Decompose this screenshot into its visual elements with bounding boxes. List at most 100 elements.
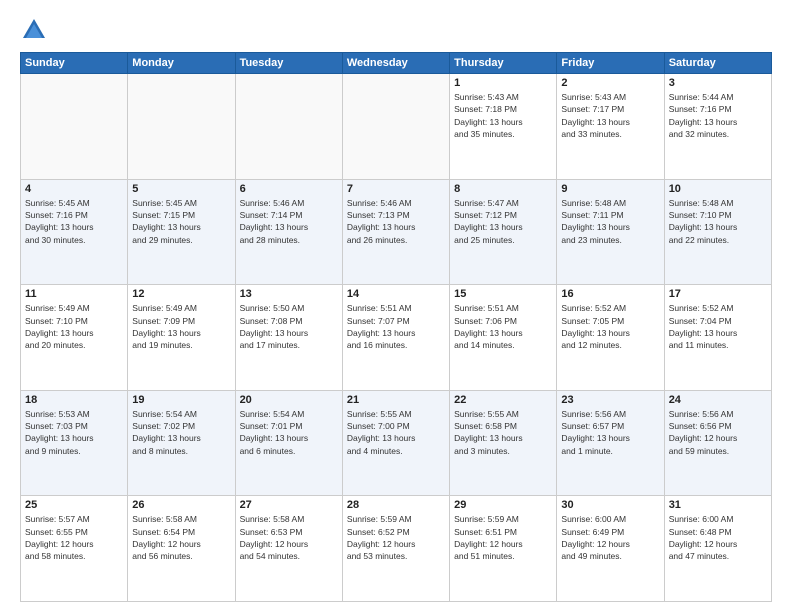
day-number: 3 bbox=[669, 77, 767, 89]
day-number: 26 bbox=[132, 499, 230, 511]
day-info: Sunrise: 5:53 AM Sunset: 7:03 PM Dayligh… bbox=[25, 408, 123, 457]
calendar-cell: 31 Sunrise: 6:00 AM Sunset: 6:48 PM Dayli… bbox=[664, 496, 771, 602]
day-info: Sunrise: 5:48 AM Sunset: 7:11 PM Dayligh… bbox=[561, 197, 659, 246]
calendar-cell: 17 Sunrise: 5:52 AM Sunset: 7:04 PM Dayli… bbox=[664, 285, 771, 391]
calendar-cell: 14 Sunrise: 5:51 AM Sunset: 7:07 PM Dayli… bbox=[342, 285, 449, 391]
calendar-cell: 13 Sunrise: 5:50 AM Sunset: 7:08 PM Dayli… bbox=[235, 285, 342, 391]
day-info: Sunrise: 5:47 AM Sunset: 7:12 PM Dayligh… bbox=[454, 197, 552, 246]
day-info: Sunrise: 5:55 AM Sunset: 6:58 PM Dayligh… bbox=[454, 408, 552, 457]
day-info: Sunrise: 5:51 AM Sunset: 7:06 PM Dayligh… bbox=[454, 302, 552, 351]
calendar-cell bbox=[128, 74, 235, 180]
day-info: Sunrise: 5:56 AM Sunset: 6:57 PM Dayligh… bbox=[561, 408, 659, 457]
day-number: 25 bbox=[25, 499, 123, 511]
day-info: Sunrise: 5:57 AM Sunset: 6:55 PM Dayligh… bbox=[25, 513, 123, 562]
calendar-cell bbox=[235, 74, 342, 180]
logo bbox=[20, 16, 52, 44]
day-info: Sunrise: 5:44 AM Sunset: 7:16 PM Dayligh… bbox=[669, 91, 767, 140]
day-info: Sunrise: 5:59 AM Sunset: 6:52 PM Dayligh… bbox=[347, 513, 445, 562]
calendar-cell: 3 Sunrise: 5:44 AM Sunset: 7:16 PM Daylig… bbox=[664, 74, 771, 180]
calendar-cell bbox=[21, 74, 128, 180]
calendar-cell: 22 Sunrise: 5:55 AM Sunset: 6:58 PM Dayli… bbox=[450, 390, 557, 496]
calendar-cell: 21 Sunrise: 5:55 AM Sunset: 7:00 PM Dayli… bbox=[342, 390, 449, 496]
day-info: Sunrise: 5:55 AM Sunset: 7:00 PM Dayligh… bbox=[347, 408, 445, 457]
day-number: 31 bbox=[669, 499, 767, 511]
day-info: Sunrise: 5:54 AM Sunset: 7:01 PM Dayligh… bbox=[240, 408, 338, 457]
day-info: Sunrise: 5:46 AM Sunset: 7:13 PM Dayligh… bbox=[347, 197, 445, 246]
calendar-cell: 19Sunrise: 5:54 AM Sunset: 7:02 PM Dayli… bbox=[128, 390, 235, 496]
day-info: Sunrise: 5:46 AM Sunset: 7:14 PM Dayligh… bbox=[240, 197, 338, 246]
calendar-cell: 20 Sunrise: 5:54 AM Sunset: 7:01 PM Dayli… bbox=[235, 390, 342, 496]
day-info: Sunrise: 5:49 AM Sunset: 7:09 PM Dayligh… bbox=[132, 302, 230, 351]
day-info: Sunrise: 5:52 AM Sunset: 7:04 PM Dayligh… bbox=[669, 302, 767, 351]
day-info: Sunrise: 5:56 AM Sunset: 6:56 PM Dayligh… bbox=[669, 408, 767, 457]
day-number: 18 bbox=[25, 394, 123, 406]
calendar-cell: 23 Sunrise: 5:56 AM Sunset: 6:57 PM Dayli… bbox=[557, 390, 664, 496]
week-row-2: 11 Sunrise: 5:49 AM Sunset: 7:10 PM Dayli… bbox=[21, 285, 772, 391]
day-number: 16 bbox=[561, 288, 659, 300]
calendar-cell: 7 Sunrise: 5:46 AM Sunset: 7:13 PM Daylig… bbox=[342, 179, 449, 285]
day-info: Sunrise: 5:43 AM Sunset: 7:17 PM Dayligh… bbox=[561, 91, 659, 140]
day-number: 19 bbox=[132, 394, 230, 406]
calendar-cell: 9 Sunrise: 5:48 AM Sunset: 7:11 PM Daylig… bbox=[557, 179, 664, 285]
day-info: Sunrise: 5:49 AM Sunset: 7:10 PM Dayligh… bbox=[25, 302, 123, 351]
day-header-sunday: Sunday bbox=[21, 53, 128, 74]
calendar-cell: 12 Sunrise: 5:49 AM Sunset: 7:09 PM Dayli… bbox=[128, 285, 235, 391]
day-header-row: SundayMondayTuesdayWednesdayThursdayFrid… bbox=[21, 53, 772, 74]
calendar-cell: 15 Sunrise: 5:51 AM Sunset: 7:06 PM Dayli… bbox=[450, 285, 557, 391]
day-info: Sunrise: 5:52 AM Sunset: 7:05 PM Dayligh… bbox=[561, 302, 659, 351]
day-number: 10 bbox=[669, 183, 767, 195]
day-info: Sunrise: 5:58 AM Sunset: 6:53 PM Dayligh… bbox=[240, 513, 338, 562]
day-number: 22 bbox=[454, 394, 552, 406]
day-number: 4 bbox=[25, 183, 123, 195]
calendar-cell: 27 Sunrise: 5:58 AM Sunset: 6:53 PM Dayli… bbox=[235, 496, 342, 602]
day-number: 29 bbox=[454, 499, 552, 511]
day-number: 11 bbox=[25, 288, 123, 300]
calendar-cell: 6Sunrise: 5:46 AM Sunset: 7:14 PM Daylig… bbox=[235, 179, 342, 285]
day-number: 28 bbox=[347, 499, 445, 511]
day-number: 20 bbox=[240, 394, 338, 406]
day-number: 7 bbox=[347, 183, 445, 195]
day-number: 15 bbox=[454, 288, 552, 300]
day-number: 27 bbox=[240, 499, 338, 511]
day-number: 21 bbox=[347, 394, 445, 406]
day-number: 2 bbox=[561, 77, 659, 89]
calendar-cell: 25 Sunrise: 5:57 AM Sunset: 6:55 PM Dayli… bbox=[21, 496, 128, 602]
calendar-cell: 29 Sunrise: 5:59 AM Sunset: 6:51 PM Dayli… bbox=[450, 496, 557, 602]
day-number: 14 bbox=[347, 288, 445, 300]
week-row-0: 1Sunrise: 5:43 AM Sunset: 7:18 PM Daylig… bbox=[21, 74, 772, 180]
day-number: 8 bbox=[454, 183, 552, 195]
day-number: 17 bbox=[669, 288, 767, 300]
page: SundayMondayTuesdayWednesdayThursdayFrid… bbox=[0, 0, 792, 612]
calendar-cell: 30 Sunrise: 6:00 AM Sunset: 6:49 PM Dayli… bbox=[557, 496, 664, 602]
calendar-cell: 11 Sunrise: 5:49 AM Sunset: 7:10 PM Dayli… bbox=[21, 285, 128, 391]
day-info: Sunrise: 5:59 AM Sunset: 6:51 PM Dayligh… bbox=[454, 513, 552, 562]
day-info: Sunrise: 5:45 AM Sunset: 7:15 PM Dayligh… bbox=[132, 197, 230, 246]
day-info: Sunrise: 5:51 AM Sunset: 7:07 PM Dayligh… bbox=[347, 302, 445, 351]
day-info: Sunrise: 5:43 AM Sunset: 7:18 PM Dayligh… bbox=[454, 91, 552, 140]
header bbox=[20, 16, 772, 44]
day-info: Sunrise: 5:58 AM Sunset: 6:54 PM Dayligh… bbox=[132, 513, 230, 562]
calendar-cell: 4Sunrise: 5:45 AM Sunset: 7:16 PM Daylig… bbox=[21, 179, 128, 285]
day-number: 9 bbox=[561, 183, 659, 195]
calendar-cell: 18 Sunrise: 5:53 AM Sunset: 7:03 PM Dayli… bbox=[21, 390, 128, 496]
day-number: 12 bbox=[132, 288, 230, 300]
day-info: Sunrise: 5:50 AM Sunset: 7:08 PM Dayligh… bbox=[240, 302, 338, 351]
day-number: 23 bbox=[561, 394, 659, 406]
calendar-cell: 16 Sunrise: 5:52 AM Sunset: 7:05 PM Dayli… bbox=[557, 285, 664, 391]
day-header-tuesday: Tuesday bbox=[235, 53, 342, 74]
day-header-wednesday: Wednesday bbox=[342, 53, 449, 74]
week-row-1: 4Sunrise: 5:45 AM Sunset: 7:16 PM Daylig… bbox=[21, 179, 772, 285]
calendar-cell: 10Sunrise: 5:48 AM Sunset: 7:10 PM Dayli… bbox=[664, 179, 771, 285]
calendar-cell: 28 Sunrise: 5:59 AM Sunset: 6:52 PM Dayli… bbox=[342, 496, 449, 602]
day-header-saturday: Saturday bbox=[664, 53, 771, 74]
day-number: 13 bbox=[240, 288, 338, 300]
calendar-cell: 2 Sunrise: 5:43 AM Sunset: 7:17 PM Daylig… bbox=[557, 74, 664, 180]
calendar-cell: 24Sunrise: 5:56 AM Sunset: 6:56 PM Dayli… bbox=[664, 390, 771, 496]
day-header-friday: Friday bbox=[557, 53, 664, 74]
day-number: 30 bbox=[561, 499, 659, 511]
calendar-cell: 5Sunrise: 5:45 AM Sunset: 7:15 PM Daylig… bbox=[128, 179, 235, 285]
day-info: Sunrise: 6:00 AM Sunset: 6:48 PM Dayligh… bbox=[669, 513, 767, 562]
calendar: SundayMondayTuesdayWednesdayThursdayFrid… bbox=[20, 52, 772, 602]
day-info: Sunrise: 6:00 AM Sunset: 6:49 PM Dayligh… bbox=[561, 513, 659, 562]
day-header-monday: Monday bbox=[128, 53, 235, 74]
